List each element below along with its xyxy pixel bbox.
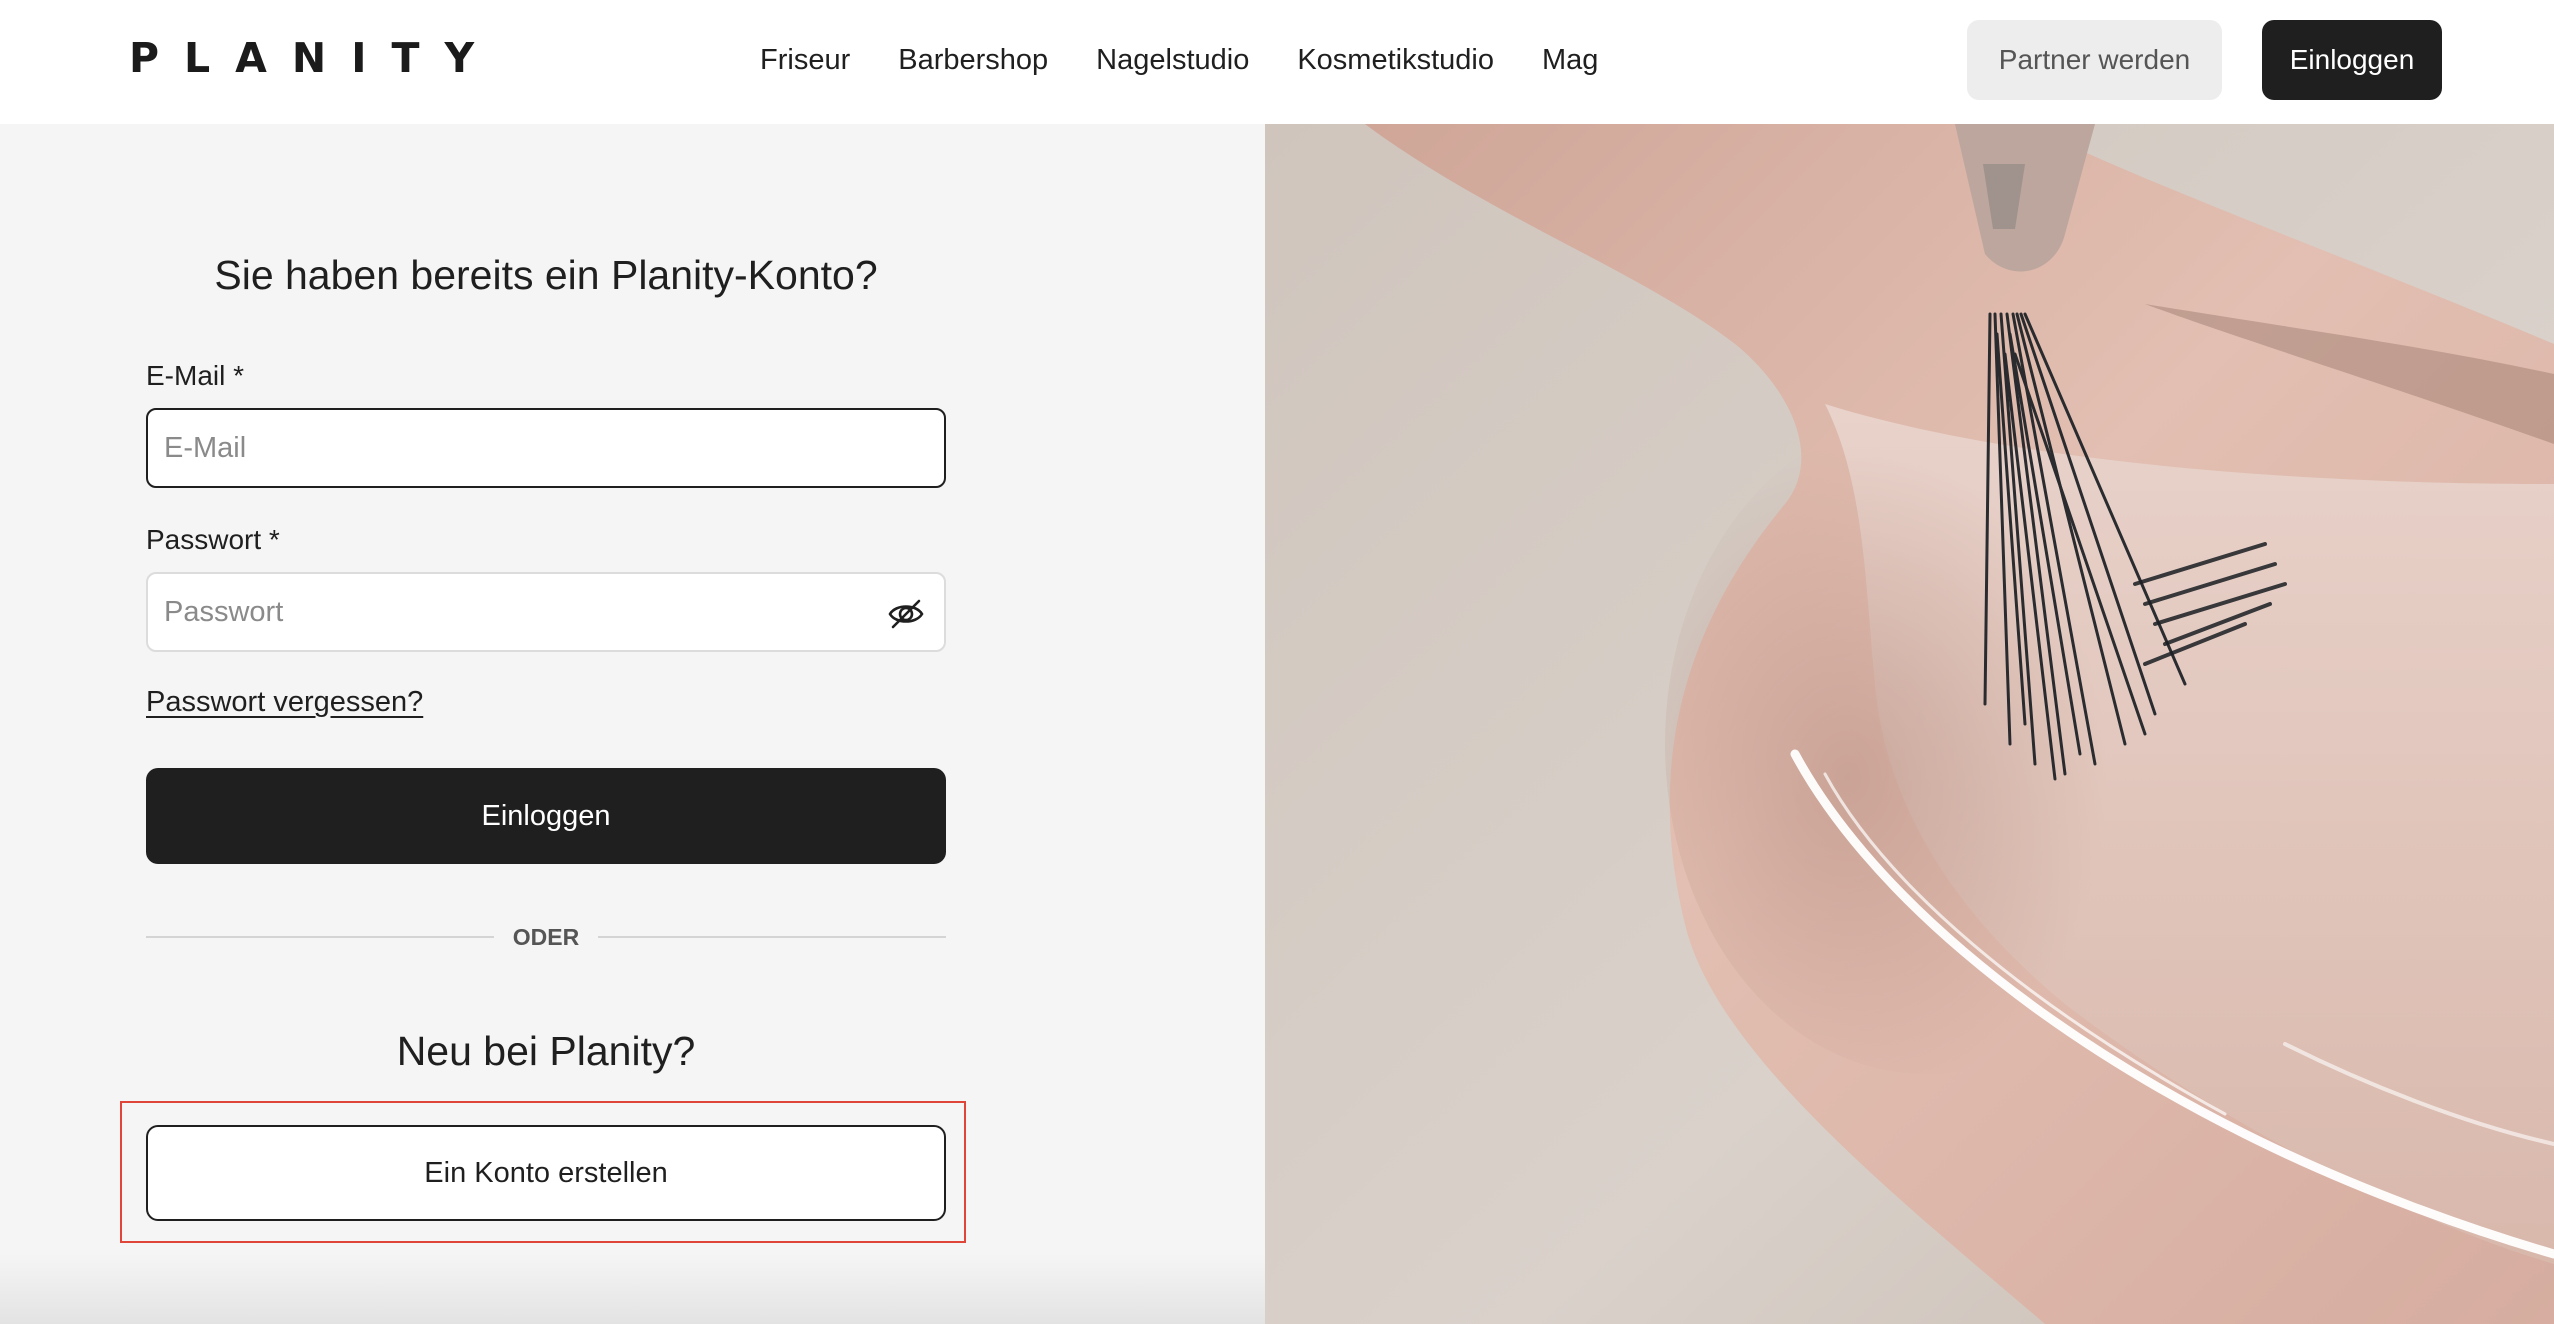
nav-link-kosmetikstudio[interactable]: Kosmetikstudio	[1297, 44, 1494, 77]
email-input[interactable]	[162, 430, 862, 466]
divider-line-right	[598, 936, 946, 938]
eye-slash-icon[interactable]	[886, 594, 926, 634]
nav-link-barbershop[interactable]: Barbershop	[898, 44, 1048, 77]
or-divider: ODER	[146, 922, 946, 952]
nav-link-friseur[interactable]: Friseur	[760, 44, 850, 77]
create-account-button[interactable]: Ein Konto erstellen	[146, 1125, 946, 1221]
nav-link-mag[interactable]: Mag	[1542, 44, 1598, 77]
auth-panel: Sie haben bereits ein Planity-Konto? E-M…	[0, 124, 1265, 1324]
login-submit-button[interactable]: Einloggen	[146, 768, 946, 864]
email-field-wrapper	[146, 408, 946, 488]
password-input[interactable]	[162, 594, 862, 630]
divider-line-left	[146, 936, 494, 938]
signup-title: Neu bei Planity?	[396, 1028, 696, 1074]
header-login-button[interactable]: Einloggen	[2262, 20, 2442, 100]
partner-button[interactable]: Partner werden	[1967, 20, 2222, 100]
password-label: Passwort *	[146, 524, 280, 555]
password-field-wrapper	[146, 572, 946, 652]
divider-text: ODER	[512, 924, 580, 950]
nav-link-nagelstudio[interactable]: Nagelstudio	[1096, 44, 1249, 77]
forgot-password-link[interactable]: Passwort vergessen?	[146, 686, 423, 719]
main-nav: Friseur Barbershop Nagelstudio Kosmetiks…	[760, 40, 1598, 80]
bottom-fade	[0, 1254, 1265, 1324]
planity-logo[interactable]: PLANITY	[129, 38, 499, 79]
login-title: Sie haben bereits ein Planity-Konto?	[214, 252, 878, 298]
top-header: PLANITY Friseur Barbershop Nagelstudio K…	[0, 0, 2554, 124]
hero-nail-polish-image	[1265, 124, 2554, 1324]
email-label: E-Mail *	[146, 360, 245, 391]
